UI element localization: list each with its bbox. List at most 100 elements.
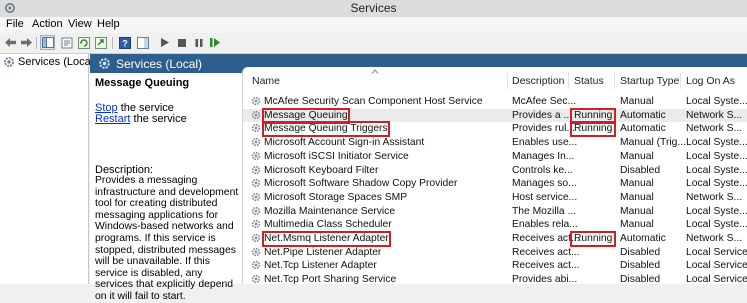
service-description: Controls ke... xyxy=(512,164,573,176)
service-gear-icon xyxy=(251,110,261,123)
refresh-icon[interactable] xyxy=(77,36,90,49)
menu-view[interactable]: View xyxy=(68,18,92,30)
forward-arrow-icon[interactable] xyxy=(20,36,33,49)
service-startup-type: Automatic xyxy=(620,233,666,244)
service-description: Receives act... xyxy=(512,233,580,244)
description-text: Provides a messaging infrastructure and … xyxy=(95,175,239,302)
service-startup-type: Manual xyxy=(620,150,654,162)
column-divider[interactable] xyxy=(568,73,569,89)
column-header-status[interactable]: Status xyxy=(574,75,604,87)
service-log-on-as: Network S... xyxy=(686,233,743,244)
service-startup-type: Disabled xyxy=(620,274,661,286)
service-description: Receives act... xyxy=(512,246,580,258)
export-list-icon[interactable] xyxy=(94,36,107,49)
service-log-on-as: Local Syste... xyxy=(686,164,747,176)
service-name: Message Queuing Triggers xyxy=(262,121,390,138)
column-header-startup-type[interactable]: Startup Type xyxy=(620,75,679,87)
column-header-description[interactable]: Description xyxy=(512,75,565,87)
service-gear-icon xyxy=(251,96,261,109)
service-row[interactable]: Multimedia Class Scheduler Enables rela..… xyxy=(243,218,747,232)
service-startup-type: Manual (Trig... xyxy=(620,137,686,149)
services-gear-icon xyxy=(99,58,110,69)
service-log-on-as: Network S... xyxy=(686,123,743,135)
column-divider[interactable] xyxy=(680,73,681,89)
tree-node-services-local[interactable]: Services (Local) xyxy=(3,56,97,68)
menu-help[interactable]: Help xyxy=(97,18,120,30)
service-row[interactable]: Net.Tcp Listener Adapter Receives act... D… xyxy=(243,259,747,273)
service-startup-type: Disabled xyxy=(620,260,661,272)
service-startup-type: Manual xyxy=(620,219,654,231)
service-row[interactable]: Microsoft Account Sign-in Assistant Enabl… xyxy=(243,136,747,150)
help-icon[interactable]: ? xyxy=(118,36,131,49)
menu-bar: File Action View Help xyxy=(0,17,747,33)
description-pane: Message Queuing Stop the service Restart… xyxy=(90,73,242,302)
service-log-on-as: Network S... xyxy=(686,191,743,203)
service-name: Net.Msmq Listener Adapter xyxy=(262,231,391,247)
menu-file[interactable]: File xyxy=(6,18,24,30)
column-divider[interactable] xyxy=(614,73,615,89)
service-row[interactable]: Net.Msmq Listener Adapter Receives act...… xyxy=(243,231,747,247)
service-log-on-as: Local Service xyxy=(686,274,747,286)
service-row[interactable]: Microsoft iSCSI Initiator Service Manages… xyxy=(243,150,747,164)
console-tree: Services (Local) xyxy=(0,54,97,284)
service-gear-icon xyxy=(251,165,261,178)
window-title: Services xyxy=(350,1,397,15)
service-startup-type: Manual xyxy=(620,178,654,190)
column-divider[interactable] xyxy=(507,73,508,89)
service-row[interactable]: Net.Tcp Port Sharing Service Provides abi… xyxy=(243,273,747,287)
service-name: Net.Pipe Listener Adapter xyxy=(264,246,382,258)
service-status: Running xyxy=(569,231,617,247)
service-row[interactable]: Net.Pipe Listener Adapter Receives act...… xyxy=(243,246,747,260)
toolbar-separator xyxy=(112,37,113,49)
services-panel: Services (Local) Message Queuing Stop th… xyxy=(90,54,747,302)
back-arrow-icon[interactable] xyxy=(4,36,17,49)
pause-service-icon[interactable] xyxy=(192,36,205,49)
toolbar: ? xyxy=(0,33,747,54)
service-row[interactable]: Microsoft Keyboard Filter Controls ke... D… xyxy=(243,164,747,178)
stop-service-icon[interactable] xyxy=(175,36,188,49)
service-description: Provides rul... xyxy=(512,123,575,135)
console-tree-icon[interactable] xyxy=(40,35,55,50)
selected-service-title: Message Queuing xyxy=(95,77,190,89)
service-description: Receives act... xyxy=(512,260,580,272)
service-row[interactable]: Message Queuing Provides a ... Running Auto… xyxy=(243,107,747,124)
service-name: McAfee Security Scan Component Host Serv… xyxy=(264,96,483,107)
svg-text:?: ? xyxy=(122,38,128,48)
column-header-name[interactable]: Name xyxy=(252,75,280,87)
menu-action[interactable]: Action xyxy=(32,18,63,30)
service-log-on-as: Local Syste... xyxy=(686,137,747,149)
restart-service-icon[interactable] xyxy=(208,36,221,49)
service-log-on-as: Local Service xyxy=(686,260,747,272)
restart-action: Restart the service xyxy=(95,113,187,125)
service-name: Net.Tcp Listener Adapter xyxy=(264,260,377,272)
service-name: Microsoft Keyboard Filter xyxy=(264,164,379,176)
service-description: Provides abi... xyxy=(512,274,578,286)
service-name: Message Queuing xyxy=(262,107,350,124)
properties-icon[interactable] xyxy=(60,36,73,49)
service-gear-icon xyxy=(251,123,261,136)
start-service-icon[interactable] xyxy=(158,36,171,49)
column-header-log-on-as[interactable]: Log On As xyxy=(686,75,735,87)
services-gear-icon xyxy=(4,57,14,67)
service-name: Multimedia Class Scheduler xyxy=(264,219,392,231)
service-log-on-as: Local Syste... xyxy=(686,96,747,107)
show-pane-icon[interactable] xyxy=(136,36,149,49)
title-bar: Services xyxy=(0,0,747,17)
service-log-on-as: Local Service xyxy=(686,246,747,258)
service-row[interactable]: McAfee Security Scan Component Host Serv… xyxy=(243,95,747,109)
service-gear-icon xyxy=(251,260,261,273)
service-startup-type: Manual xyxy=(620,205,654,217)
service-row[interactable]: Microsoft Software Shadow Copy Provider M… xyxy=(243,177,747,191)
service-row[interactable]: Mozilla Maintenance Service The Mozilla .… xyxy=(243,205,747,219)
service-startup-type: Disabled xyxy=(620,246,661,258)
service-description: The Mozilla ... xyxy=(512,205,577,217)
service-row[interactable]: Message Queuing Triggers Provides rul... R… xyxy=(243,121,747,138)
service-row[interactable]: Microsoft Storage Spaces SMP Host service… xyxy=(243,191,747,205)
service-description: McAfee Sec... xyxy=(512,96,577,107)
service-name: Microsoft iSCSI Initiator Service xyxy=(264,150,409,162)
service-name: Microsoft Software Shadow Copy Provider xyxy=(264,178,458,190)
service-startup-type: Manual xyxy=(620,96,654,107)
services-list: Name Description Status Startup Type Log… xyxy=(242,67,747,287)
restart-service-link[interactable]: Restart xyxy=(95,113,130,125)
service-gear-icon xyxy=(251,137,261,150)
